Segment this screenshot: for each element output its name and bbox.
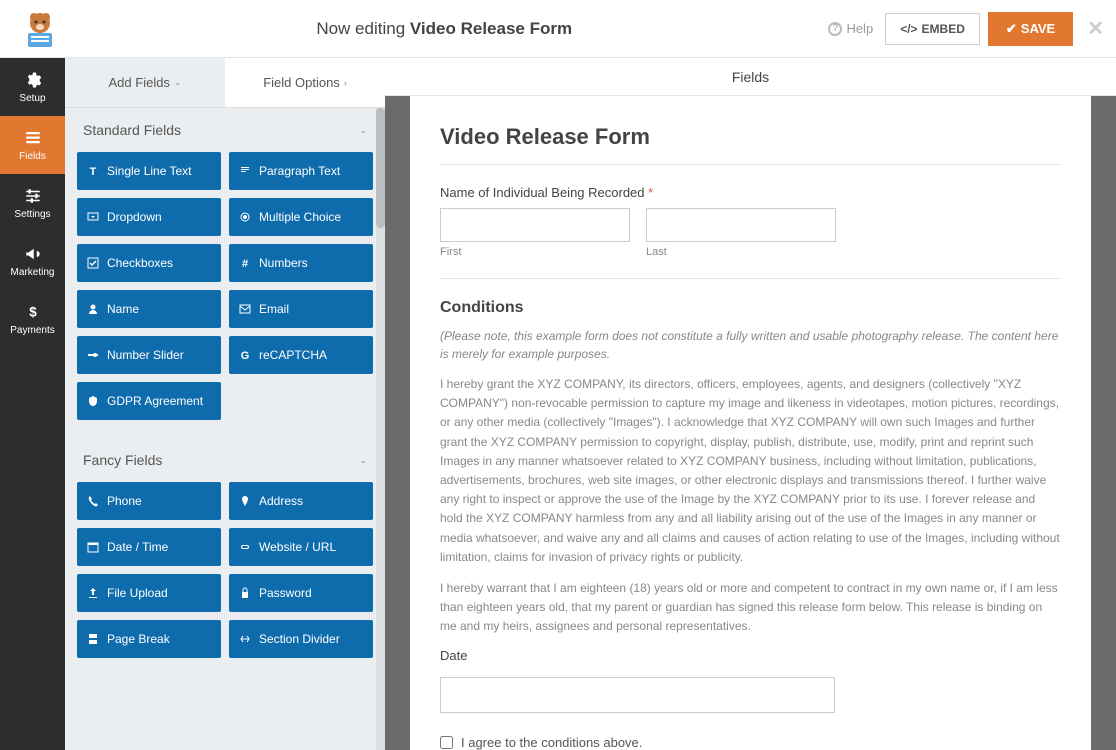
check-icon: ✔: [1006, 21, 1017, 37]
chevron-right-icon: ›: [344, 78, 347, 88]
top-header: Now editing Video Release Form ? Help </…: [0, 0, 1116, 58]
code-icon: </>: [900, 22, 917, 36]
field-email[interactable]: Email: [229, 290, 373, 328]
chevron-down-icon: ⌄: [359, 125, 367, 136]
date-input[interactable]: [440, 677, 835, 713]
list-icon: [24, 129, 42, 147]
date-label: Date: [440, 648, 1061, 663]
divider-icon: [239, 633, 251, 645]
svg-text:$: $: [29, 304, 37, 319]
last-sublabel: Last: [646, 246, 836, 258]
fields-sidebar: Add Fields⌄ Field Options› Standard Fiel…: [65, 58, 385, 750]
form-preview: Video Release Form Name of Individual Be…: [410, 96, 1091, 750]
close-button[interactable]: ✕: [1087, 16, 1104, 41]
dropdown-icon: [87, 211, 99, 223]
recaptcha-icon: G: [239, 349, 251, 361]
text-icon: T: [87, 165, 99, 177]
hash-icon: #: [239, 257, 251, 269]
form-title: Video Release Form: [440, 124, 1061, 150]
map-pin-icon: [239, 495, 251, 507]
field-password[interactable]: Password: [229, 574, 373, 612]
shield-icon: [87, 395, 99, 407]
conditions-para-2: I hereby warrant that I am eighteen (18)…: [440, 579, 1061, 637]
section-standard-fields[interactable]: Standard Fields⌄: [65, 108, 385, 152]
first-sublabel: First: [440, 246, 630, 258]
link-icon: [239, 541, 251, 553]
lock-icon: [239, 587, 251, 599]
form-canvas: Fields Video Release Form Name of Indivi…: [385, 58, 1116, 750]
agree-checkbox[interactable]: [440, 736, 453, 749]
nav-settings[interactable]: Settings: [0, 174, 65, 232]
user-icon: [87, 303, 99, 315]
divider: [440, 164, 1061, 165]
conditions-title: Conditions: [440, 299, 1061, 317]
help-link[interactable]: ? Help: [828, 21, 873, 36]
field-number-slider[interactable]: Number Slider: [77, 336, 221, 374]
tab-field-options[interactable]: Field Options›: [225, 58, 385, 108]
name-label: Name of Individual Being Recorded *: [440, 185, 1061, 200]
dollar-icon: $: [24, 303, 42, 321]
canvas-header: Fields: [385, 58, 1116, 96]
divider: [440, 278, 1061, 279]
nav-payments[interactable]: $ Payments: [0, 290, 65, 348]
field-section-divider[interactable]: Section Divider: [229, 620, 373, 658]
sidebar-scrollbar[interactable]: [376, 108, 385, 750]
field-paragraph-text[interactable]: Paragraph Text: [229, 152, 373, 190]
section-fancy-fields[interactable]: Fancy Fields⌄: [65, 438, 385, 482]
field-file-upload[interactable]: File Upload: [77, 574, 221, 612]
disclaimer: (Please note, this example form does not…: [440, 327, 1061, 363]
svg-text:T: T: [90, 166, 97, 177]
nav-rail: Setup Fields Settings Marketing $ Paymen…: [0, 58, 65, 750]
page-break-icon: [87, 633, 99, 645]
last-name-input[interactable]: [646, 208, 836, 242]
field-phone[interactable]: Phone: [77, 482, 221, 520]
phone-icon: [87, 495, 99, 507]
upload-icon: [87, 587, 99, 599]
field-address[interactable]: Address: [229, 482, 373, 520]
field-page-break[interactable]: Page Break: [77, 620, 221, 658]
field-multiple-choice[interactable]: Multiple Choice: [229, 198, 373, 236]
nav-setup[interactable]: Setup: [0, 58, 65, 116]
embed-button[interactable]: </> EMBED: [885, 13, 980, 45]
bullhorn-icon: [24, 245, 42, 263]
chevron-down-icon: ⌄: [359, 455, 367, 466]
field-checkboxes[interactable]: Checkboxes: [77, 244, 221, 282]
conditions-para-1: I hereby grant the XYZ COMPANY, its dire…: [440, 375, 1061, 567]
radio-icon: [239, 211, 251, 223]
svg-text:G: G: [241, 350, 250, 361]
field-single-line-text[interactable]: TSingle Line Text: [77, 152, 221, 190]
paragraph-icon: [239, 165, 251, 177]
field-numbers[interactable]: #Numbers: [229, 244, 373, 282]
tab-add-fields[interactable]: Add Fields⌄: [65, 58, 225, 108]
field-name[interactable]: Name: [77, 290, 221, 328]
nav-fields[interactable]: Fields: [0, 116, 65, 174]
calendar-icon: [87, 541, 99, 553]
field-datetime[interactable]: Date / Time: [77, 528, 221, 566]
envelope-icon: [239, 303, 251, 315]
field-dropdown[interactable]: Dropdown: [77, 198, 221, 236]
checkbox-icon: [87, 257, 99, 269]
chevron-down-icon: ⌄: [174, 77, 182, 88]
help-icon: ?: [828, 22, 842, 36]
sliders-icon: [24, 187, 42, 205]
save-button[interactable]: ✔ SAVE: [988, 12, 1073, 46]
first-name-input[interactable]: [440, 208, 630, 242]
slider-icon: [87, 349, 99, 361]
app-logo: [20, 9, 60, 49]
field-website[interactable]: Website / URL: [229, 528, 373, 566]
editing-title: Now editing Video Release Form: [60, 19, 828, 39]
gear-icon: [24, 71, 42, 89]
svg-text:#: #: [242, 258, 248, 269]
field-gdpr[interactable]: GDPR Agreement: [77, 382, 221, 420]
nav-marketing[interactable]: Marketing: [0, 232, 65, 290]
field-recaptcha[interactable]: GreCAPTCHA: [229, 336, 373, 374]
agree-label: I agree to the conditions above.: [461, 735, 642, 750]
